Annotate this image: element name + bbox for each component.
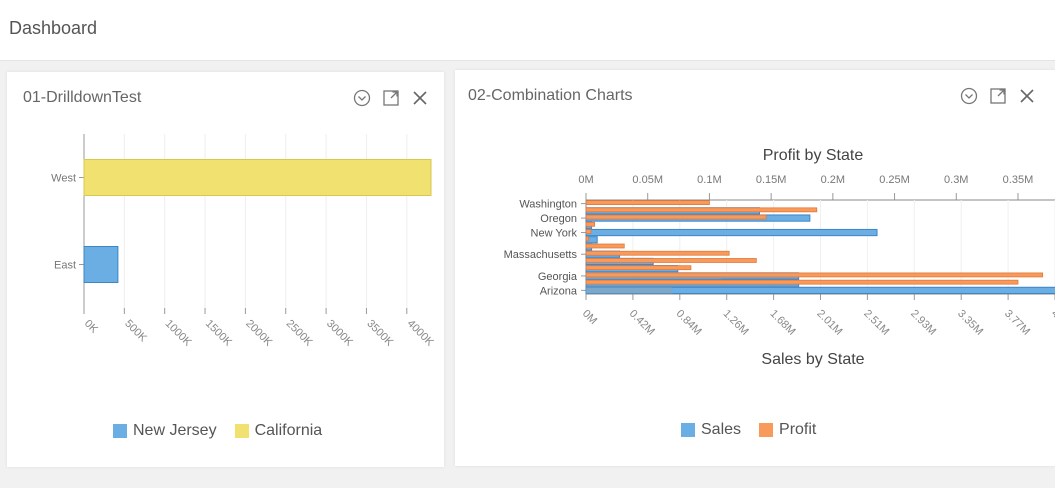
x-tick-label: 2500K: [284, 318, 315, 349]
chart-legend: Sales Profit: [681, 421, 816, 439]
x-tick-label: 3500K: [364, 318, 395, 349]
chart-title-bottom: Sales by State: [761, 351, 864, 368]
profit-bar: [585, 250, 730, 256]
x-tick-label: 1500K: [203, 318, 234, 349]
sales-bar: [585, 228, 878, 237]
x-tick-label: 500K: [122, 318, 149, 345]
legend-item-california[interactable]: California: [234, 422, 323, 440]
legend-label: California: [254, 422, 323, 439]
top-tick-label: 0.25M: [879, 174, 910, 186]
top-tick-label: 0M: [578, 174, 593, 186]
bar: [83, 246, 119, 283]
x-tick-label: 3000K: [324, 318, 355, 349]
legend-swatch: [759, 423, 774, 437]
widget-drilldown-test: 01-DrilldownTest 0K 500K 1000K 1500K 2000K 25…: [7, 72, 444, 467]
legend-swatch: [234, 424, 249, 438]
drilldown-chart-svg: 0K 500K 1000K 1500K 2000K 2500K 3000K 3500K 4000…: [51, 134, 436, 349]
legend-swatch: [681, 423, 695, 437]
legend-label: Profit: [779, 421, 817, 438]
profit-bar: [585, 265, 692, 271]
top-tick-label: 0.3M: [944, 174, 968, 186]
bottom-tick-label: 3.77M: [1002, 308, 1032, 338]
top-tick-label: 0.35M: [1003, 174, 1034, 186]
x-tick-label: 1000K: [163, 318, 194, 349]
bottom-tick-label: 1.68M: [767, 308, 797, 338]
y-tick-label: Arizona: [540, 285, 578, 297]
chart-title-top: Profit by State: [763, 147, 864, 164]
profit-bar: [585, 221, 596, 227]
bottom-tick-label: 2.51M: [861, 308, 891, 338]
bottom-tick-label: 2.93M: [908, 308, 938, 338]
legend-label: Sales: [701, 421, 742, 438]
y-tick-label: Georgia: [538, 271, 578, 283]
legend-swatch: [113, 424, 127, 438]
bar: [83, 159, 432, 196]
profit-bar: [585, 272, 1044, 278]
top-tick-label: 0.2M: [821, 174, 845, 186]
bottom-tick-label: 0.42M: [627, 308, 657, 338]
legend-label: New Jersey: [133, 422, 217, 439]
y-tick-label: Oregon: [540, 213, 577, 225]
y-tick-label: West: [51, 173, 76, 185]
profit-bar: [585, 214, 767, 220]
top-bar: Dashboard: [0, 0, 1055, 61]
y-tick-label: East: [54, 260, 76, 272]
x-tick-label: 2000K: [243, 318, 274, 349]
page-title: Dashboard: [9, 18, 98, 38]
y-tick-label: Massachusetts: [504, 249, 578, 261]
x-tick-label: 0K: [82, 318, 100, 336]
profit-bar: [585, 279, 1019, 285]
profit-bar: [585, 207, 818, 213]
combination-chart-svg: Profit by State 0M 0.05M 0.1M 0.15M 0.2M 0.25M…: [504, 147, 1055, 368]
bottom-tick-label: 3.35M: [955, 308, 985, 338]
chart-legend: New Jersey California: [113, 422, 322, 440]
bottom-tick-label: 4.19M: [1049, 308, 1055, 338]
legend-item-new-jersey[interactable]: New Jersey: [113, 422, 217, 440]
profit-bar: [585, 236, 589, 242]
bottom-tick-label: 2.01M: [814, 308, 844, 338]
profit-bar: [585, 200, 710, 206]
profit-bar: [585, 229, 592, 234]
legend-item-profit[interactable]: Profit: [759, 421, 816, 439]
bottom-tick-label: 0.84M: [674, 308, 704, 338]
y-tick-label: New York: [531, 228, 578, 240]
profit-bar: [585, 258, 757, 263]
widget-combination-charts: 02-Combination Charts Profit by State 0M 0…: [455, 70, 1055, 466]
y-tick-label: Washington: [519, 199, 577, 211]
profit-bar: [585, 243, 625, 249]
top-tick-label: 0.05M: [632, 174, 663, 186]
bottom-tick-label: 0M: [580, 308, 599, 327]
legend-item-sales[interactable]: Sales: [681, 421, 741, 439]
x-tick-label: 4000K: [405, 318, 436, 349]
bottom-tick-label: 1.26M: [721, 308, 751, 338]
top-tick-label: 0.1M: [697, 174, 721, 186]
sales-overlay-bar: [586, 287, 673, 294]
top-tick-label: 0.15M: [756, 174, 787, 186]
